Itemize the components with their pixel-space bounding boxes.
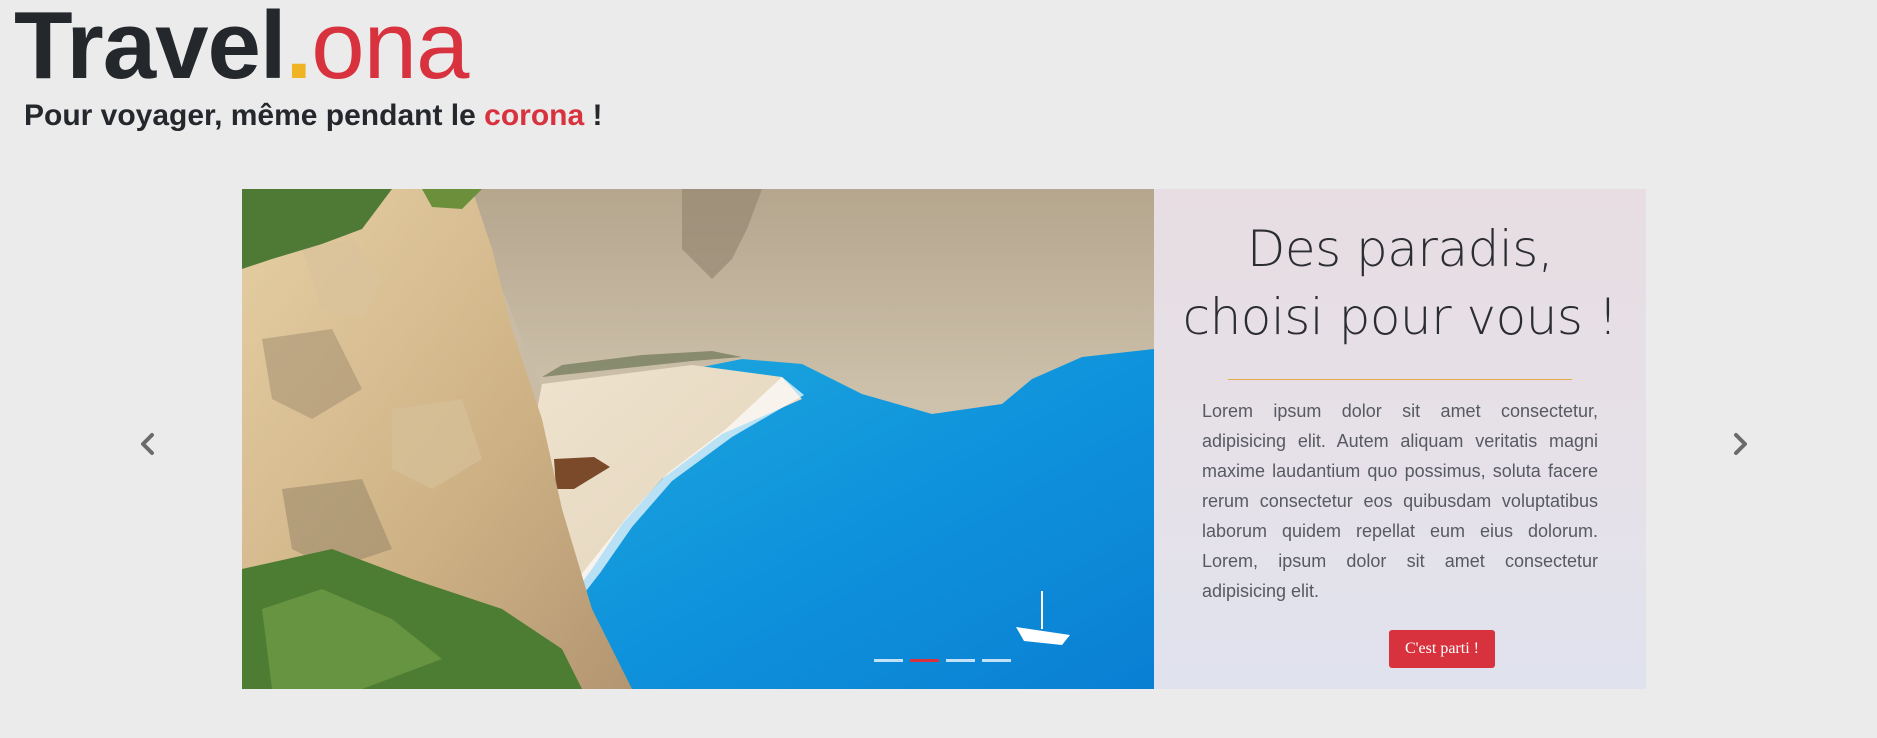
carousel-next-button[interactable] <box>1720 424 1760 464</box>
page: Travel.ona Pour voyager, même pendant le… <box>0 0 1877 738</box>
carousel-prev-button[interactable] <box>128 424 168 464</box>
logo-dot: . <box>285 0 313 99</box>
tagline-text: Pour voyager, même pendant le <box>24 99 485 132</box>
caption-divider <box>1228 379 1572 380</box>
carousel: Des paradis, choisi pour vous ! Lorem ip… <box>242 189 1646 689</box>
tagline: Pour voyager, même pendant le corona ! <box>24 98 603 134</box>
beach-cove-photo <box>242 189 1154 689</box>
chevron-left-icon <box>141 433 154 455</box>
carousel-indicator-4[interactable] <box>982 659 1011 662</box>
carousel-indicator-3[interactable] <box>946 659 975 662</box>
cta-button[interactable]: C'est parti ! <box>1389 630 1495 668</box>
caption-body: Lorem ipsum dolor sit amet consectetur, … <box>1202 401 1598 601</box>
logo-brand: Travel <box>14 0 287 99</box>
tagline-end: ! <box>584 99 603 132</box>
chevron-right-icon <box>1734 433 1747 455</box>
caption-title: Des paradis, choisi pour vous ! <box>1182 220 1618 346</box>
logo-suffix: ona <box>311 0 469 99</box>
site-logo[interactable]: Travel.ona <box>14 0 469 106</box>
slide-caption: Des paradis, choisi pour vous ! Lorem ip… <box>1154 189 1646 689</box>
carousel-indicators <box>874 659 1011 662</box>
tagline-accent: corona <box>484 99 585 132</box>
carousel-indicator-1[interactable] <box>874 659 903 662</box>
carousel-indicator-2[interactable] <box>910 659 939 662</box>
